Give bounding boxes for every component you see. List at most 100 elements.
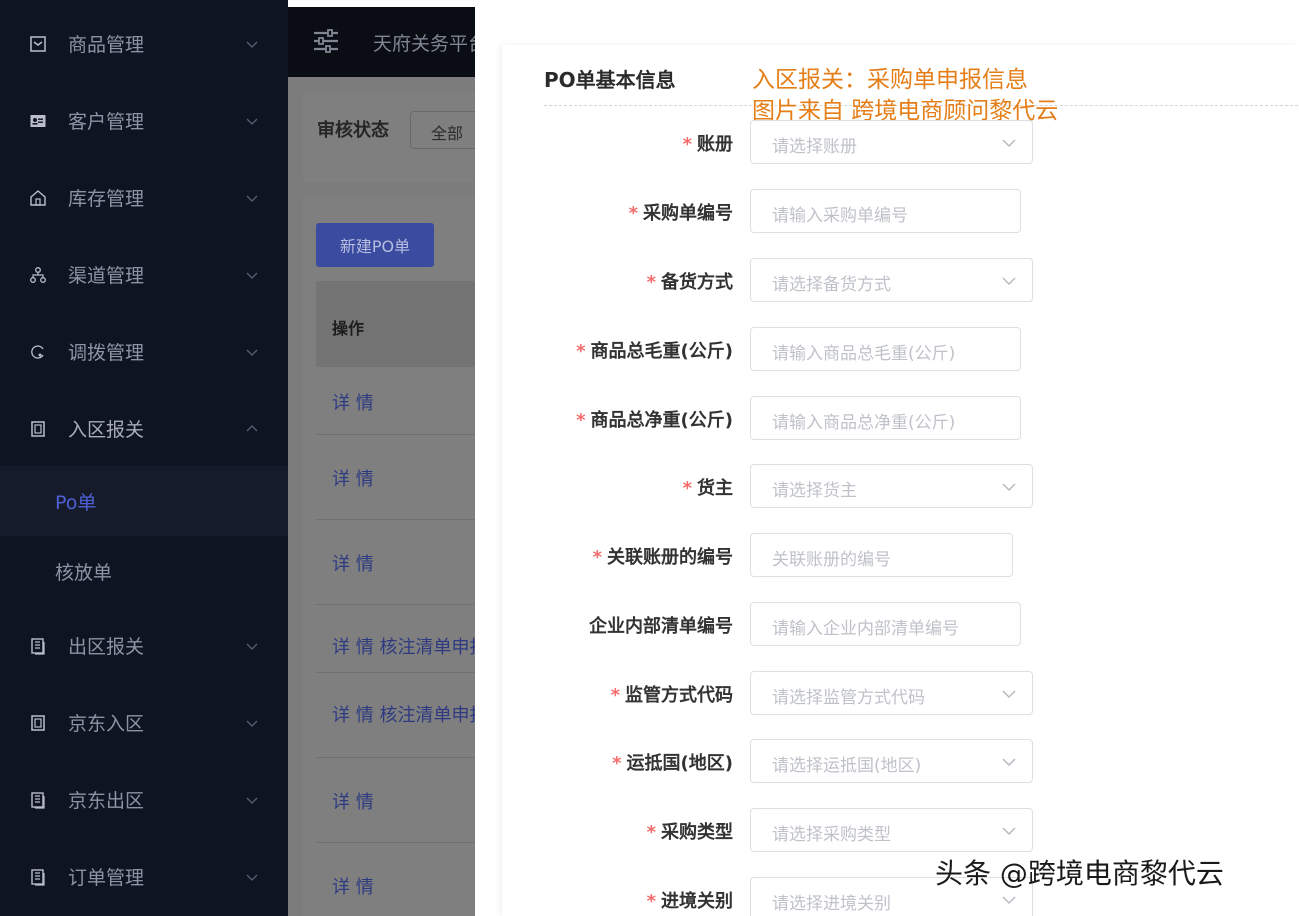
chevron-down-icon [1002, 896, 1016, 905]
field-label: * 采购单编号 [628, 203, 733, 224]
row-action-link[interactable]: 详 情 [332, 465, 374, 491]
row-action-link[interactable]: 详 情 [332, 550, 374, 576]
chevron-down-icon [244, 792, 260, 808]
filter-card: 审核状态 全部 [303, 92, 475, 182]
submenu-item-po[interactable]: Po单 [0, 466, 288, 536]
field-label: * 备货方式 [646, 272, 733, 293]
chevron-down-icon [1002, 277, 1016, 286]
warehouse-home-icon [28, 188, 48, 208]
chevron-down-icon [244, 36, 260, 52]
field-label: 企业内部清单编号 [589, 616, 733, 637]
sidebar-item-orders[interactable]: 订单管理 [0, 838, 288, 915]
audit-status-select[interactable]: 全部 [410, 111, 475, 149]
new-po-button[interactable]: 新建PO单 [316, 223, 434, 267]
channel-tree-icon [28, 265, 48, 285]
po-number-input[interactable]: 请输入采购单编号 [750, 189, 1021, 233]
form-row-gross-weight: * 商品总毛重(公斤) 请输入商品总毛重(公斤) [475, 327, 1299, 371]
chevron-down-icon [244, 869, 260, 885]
transfer-icon [28, 342, 48, 362]
annotation-title: 入区报关：采购单申报信息 [752, 67, 1028, 93]
chevron-down-icon [244, 190, 260, 206]
sidebar-item-label: 渠道管理 [68, 265, 145, 287]
sidebar-item-transfer[interactable]: 调拨管理 [0, 313, 288, 390]
chevron-down-icon [1002, 483, 1016, 492]
chevron-down-icon [1002, 827, 1016, 836]
table-row: 详 情 [316, 520, 475, 605]
chevron-down-icon [244, 267, 260, 283]
form-row-stock-mode: * 备货方式 请选择备货方式 [475, 258, 1299, 302]
form-row-owner: * 货主 请选择货主 [475, 464, 1299, 508]
form-row-linked-book-number: * 关联账册的编号 关联账册的编号 [475, 533, 1299, 577]
sidebar-item-label: 入区报关 [68, 419, 145, 441]
field-label: * 进境关别 [646, 891, 733, 912]
sidebar-item-label: 出区报关 [68, 636, 145, 658]
watermark: 头条 @跨境电商黎代云 [935, 857, 1224, 890]
document-icon [28, 713, 48, 733]
audit-status-label: 审核状态 [317, 120, 389, 141]
submenu-item-release-note[interactable]: 核放单 [0, 536, 288, 606]
chevron-down-icon [244, 715, 260, 731]
background-page-overlay[interactable]: 天府关务平台 审核状态 全部 新建PO单 操作 详 情 详 情 详 情 详 情 … [288, 7, 475, 916]
table-row: 详 情 核注清单申报 [316, 673, 475, 758]
sidebar-item-products[interactable]: 商品管理 [0, 5, 288, 82]
form-row-account-book: * 账册 请选择账册 [475, 120, 1299, 164]
product-icon [28, 34, 48, 54]
field-label: * 账册 [682, 134, 733, 155]
files-icon [28, 867, 48, 887]
linked-book-number-input[interactable]: 关联账册的编号 [750, 533, 1013, 577]
destination-country-select[interactable]: 请选择运抵国(地区) [750, 739, 1033, 783]
section-title: PO单基本信息 [544, 68, 676, 92]
sidebar-item-label: 调拨管理 [68, 342, 145, 364]
owner-select[interactable]: 请选择货主 [750, 464, 1033, 508]
sidebar-item-outbound-customs[interactable]: 出区报关 [0, 607, 288, 684]
sidebar-item-inventory[interactable]: 库存管理 [0, 159, 288, 236]
sidebar-item-inbound-customs[interactable]: 入区报关 [0, 390, 288, 467]
account-book-select[interactable]: 请选择账册 [750, 120, 1033, 164]
table-row: 详 情 [316, 843, 475, 916]
row-action-link[interactable]: 详 情 [332, 389, 374, 415]
files-icon [28, 636, 48, 656]
field-label: * 商品总净重(公斤) [576, 410, 733, 431]
sidebar-item-channels[interactable]: 渠道管理 [0, 236, 288, 313]
chevron-down-icon [244, 344, 260, 360]
sidebar-item-label: 库存管理 [68, 188, 145, 210]
purchase-type-select[interactable]: 请选择采购类型 [750, 808, 1033, 852]
form-row-net-weight: * 商品总净重(公斤) 请输入商品总净重(公斤) [475, 396, 1299, 440]
table-row: 详 情 [316, 758, 475, 843]
table-row: 详 情 [316, 367, 475, 435]
platform-title: 天府关务平台 [373, 33, 475, 55]
field-label: * 商品总毛重(公斤) [576, 341, 733, 362]
sidebar-item-customers[interactable]: 客户管理 [0, 82, 288, 159]
document-icon [28, 419, 48, 439]
field-label: * 监管方式代码 [610, 685, 733, 706]
form-row-internal-list-number: 企业内部清单编号 请输入企业内部清单编号 [475, 602, 1299, 646]
net-weight-input[interactable]: 请输入商品总净重(公斤) [750, 396, 1021, 440]
row-action-link[interactable]: 详 情 核注清单申报 [332, 701, 475, 727]
field-label: * 采购类型 [646, 822, 733, 843]
sidebar-item-label: 客户管理 [68, 111, 145, 133]
sidebar-item-jd-outbound[interactable]: 京东出区 [0, 761, 288, 838]
form-row-supervision-code: * 监管方式代码 请选择监管方式代码 [475, 671, 1299, 715]
table-header: 操作 [316, 281, 475, 367]
stock-mode-select[interactable]: 请选择备货方式 [750, 258, 1033, 302]
customer-card-icon [28, 111, 48, 131]
column-header-actions: 操作 [332, 319, 365, 338]
form-row-purchase-type: * 采购类型 请选择采购类型 [475, 808, 1299, 852]
row-action-link[interactable]: 详 情 [332, 788, 374, 814]
form-row-destination-country: * 运抵国(地区) 请选择运抵国(地区) [475, 739, 1299, 783]
field-label: * 运抵国(地区) [612, 753, 733, 774]
chevron-down-icon [1002, 758, 1016, 767]
row-action-link[interactable]: 详 情 核注清单申报 [332, 633, 475, 659]
row-action-link[interactable]: 详 情 [332, 873, 374, 899]
sidebar-item-jd-inbound[interactable]: 京东入区 [0, 684, 288, 761]
sidebar-item-label: 京东出区 [68, 790, 145, 812]
internal-list-number-input[interactable]: 请输入企业内部清单编号 [750, 602, 1021, 646]
chevron-down-icon [1002, 690, 1016, 699]
files-icon [28, 790, 48, 810]
app-root: 商品管理 客户管理 库存管理 渠道管理 调拨管理 入区报关 Po单 核放单 出区… [0, 0, 1299, 916]
supervision-code-select[interactable]: 请选择监管方式代码 [750, 671, 1033, 715]
gross-weight-input[interactable]: 请输入商品总毛重(公斤) [750, 327, 1021, 371]
sidebar-item-label: 商品管理 [68, 34, 145, 56]
form-row-po-number: * 采购单编号 请输入采购单编号 [475, 189, 1299, 233]
filter-settings-icon[interactable] [312, 27, 340, 55]
